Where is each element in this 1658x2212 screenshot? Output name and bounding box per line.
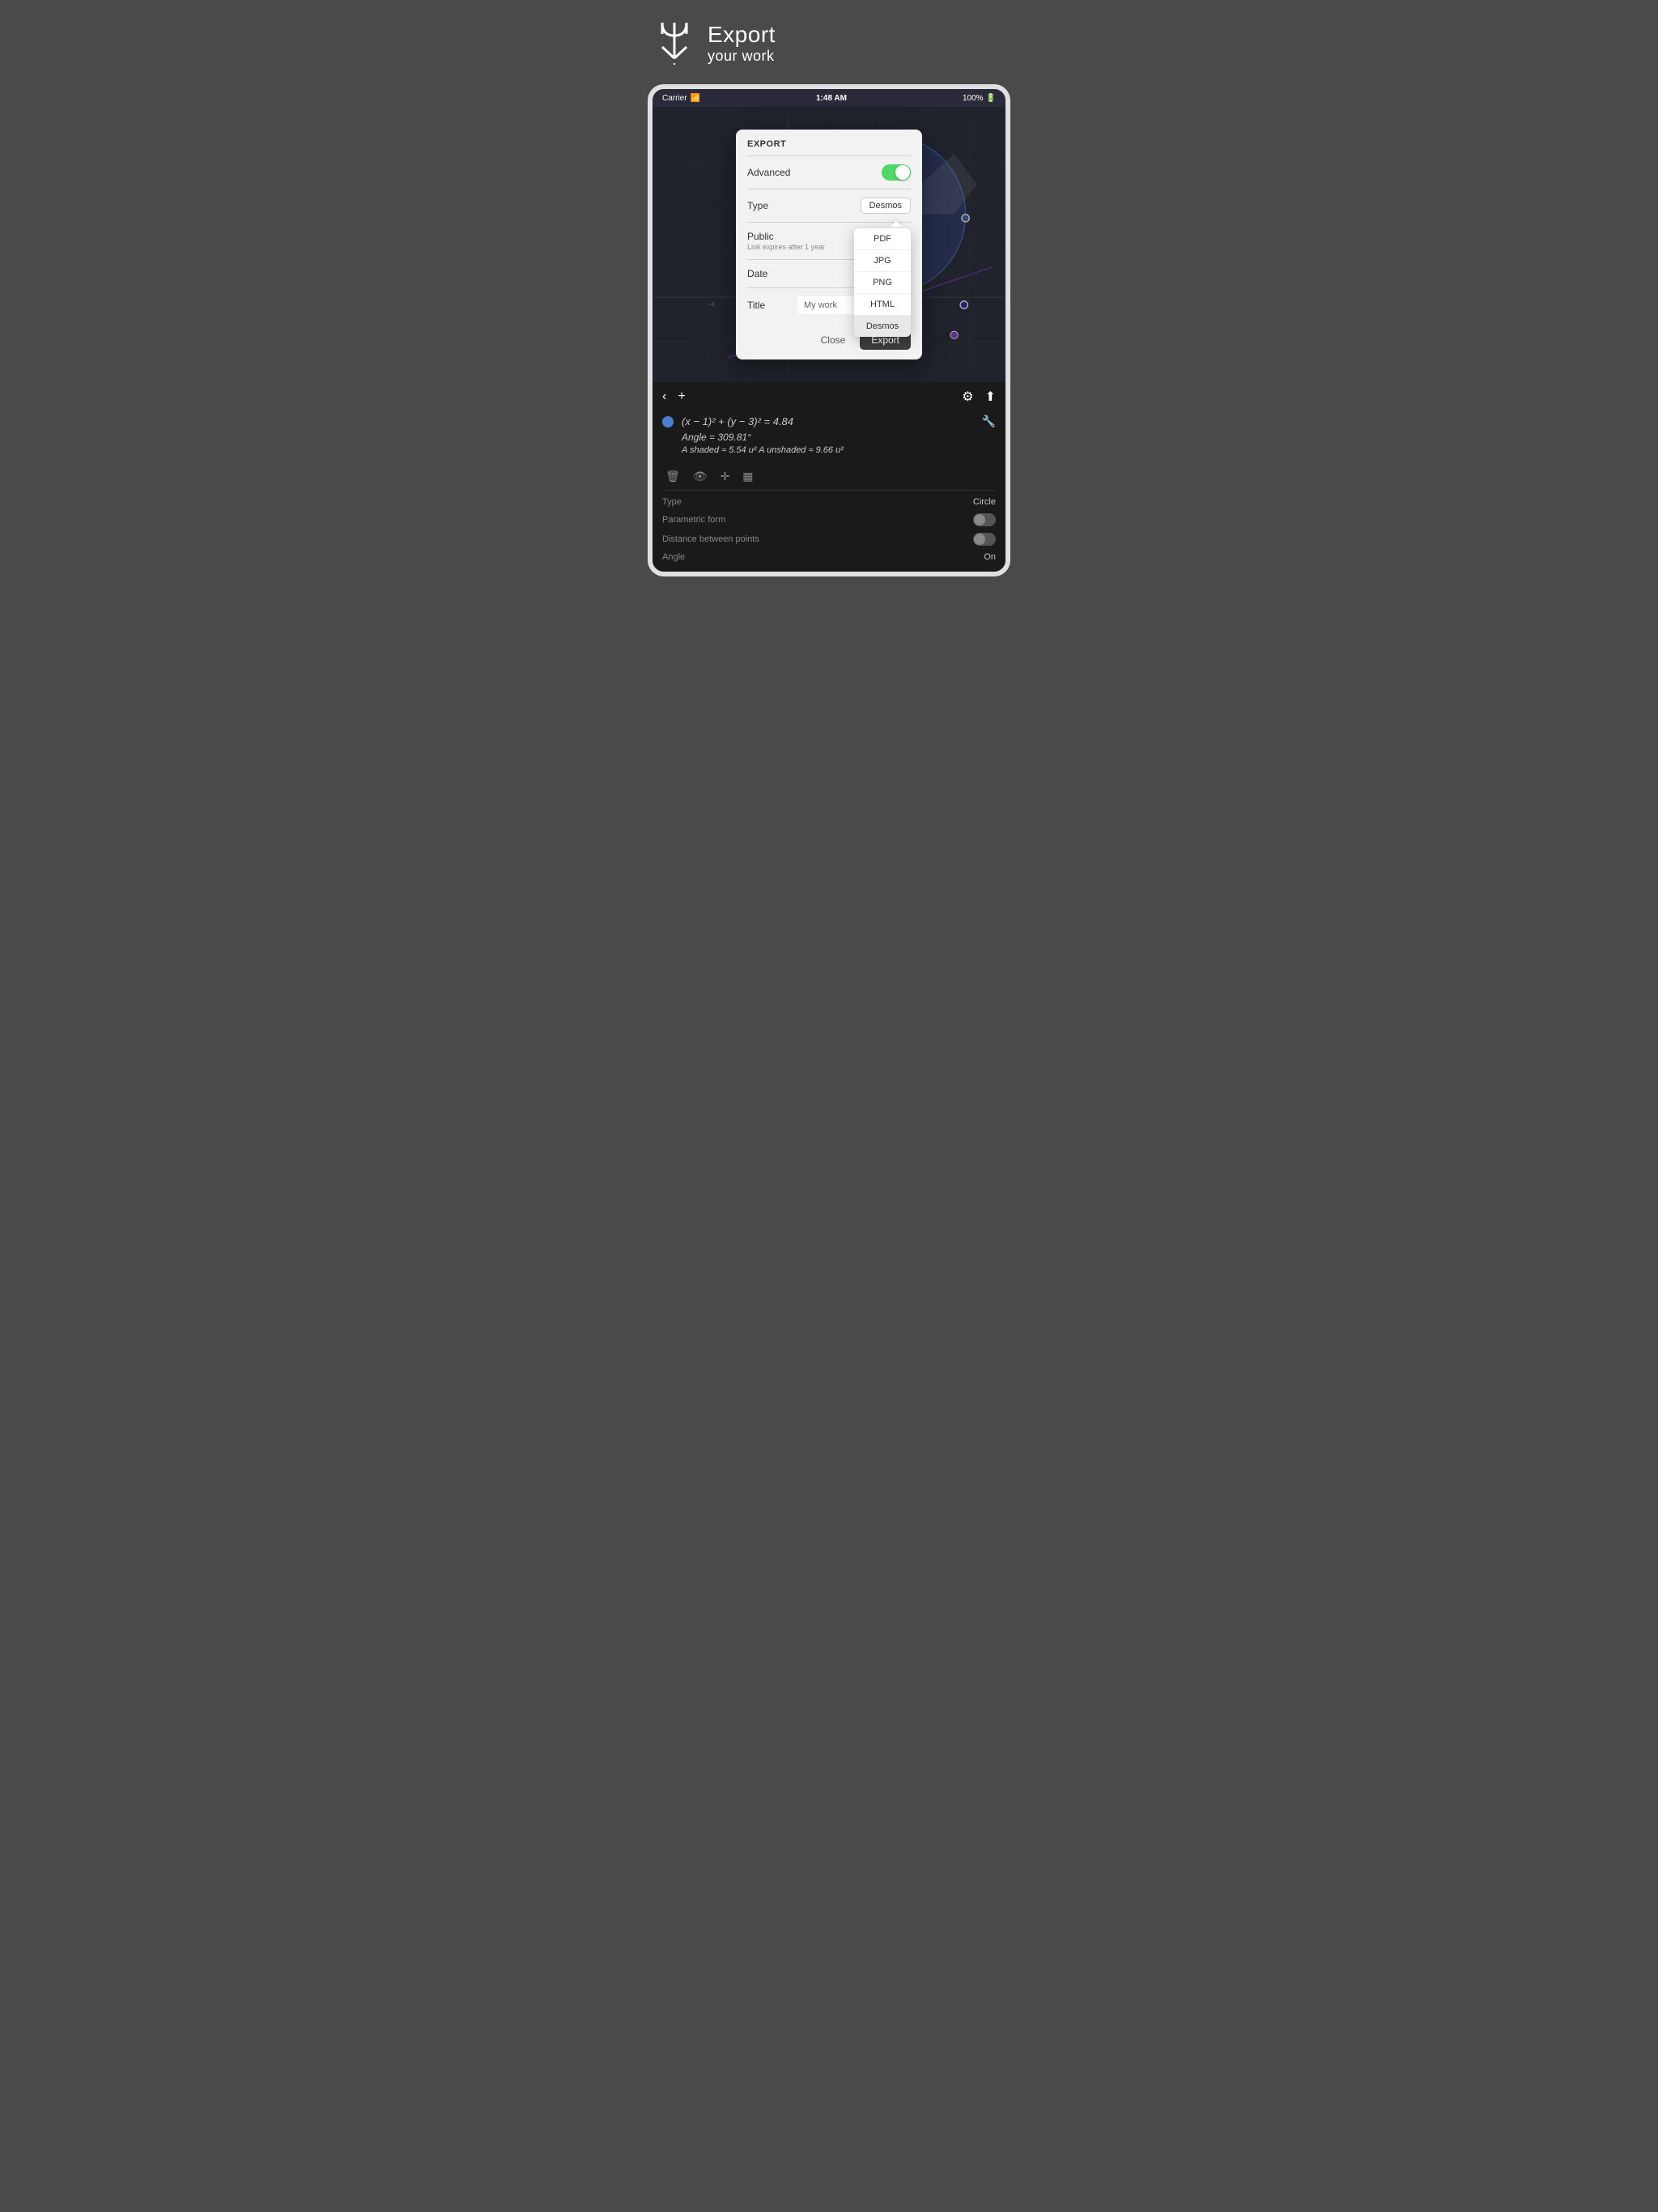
distance-toggle[interactable]: [973, 533, 996, 546]
trash-icon[interactable]: 🗑: [665, 470, 680, 483]
toolbar-right: ⚙ ⬆: [962, 389, 996, 405]
advanced-label: Advanced: [747, 167, 790, 178]
battery-icon: 🔋: [986, 94, 996, 103]
status-battery: 100% 🔋: [963, 94, 996, 103]
angle-property-row: Angle On: [662, 549, 996, 565]
app-title-block: Export your work: [708, 22, 776, 65]
dropdown-item-desmos[interactable]: Desmos: [854, 316, 911, 337]
title-label: Title: [747, 300, 765, 311]
toolbar-row: ‹ + ⚙ ⬆: [662, 389, 996, 405]
equation-block: (x − 1)² + (y − 3)² = 4.84 🔧 Angle = 309…: [662, 411, 996, 465]
app-header: Export your work: [648, 16, 1010, 70]
advanced-row: Advanced: [736, 156, 922, 189]
toolbar-left: ‹ +: [662, 389, 686, 404]
distance-property-row: Distance between points: [662, 530, 996, 549]
icon-row: 🗑 👁 ✛ ▦: [662, 470, 996, 483]
public-label-block: Public Link expires after 1 year: [747, 231, 825, 251]
carrier-label: Carrier 📶: [662, 94, 700, 103]
angle-prop-label: Angle: [662, 552, 685, 562]
equation-text: (x − 1)² + (y − 3)² = 4.84: [682, 415, 793, 428]
blue-dot: [662, 416, 674, 428]
area-row: A shaded ≈ 5.54 u² A unshaded ≈ 9.66 u²: [662, 445, 996, 455]
settings-button[interactable]: ⚙: [962, 389, 973, 405]
modal-overlay: EXPORT Advanced Type Desmos: [653, 107, 1005, 382]
grid-icon[interactable]: ▦: [742, 470, 753, 483]
advanced-toggle[interactable]: [882, 164, 911, 181]
public-label: Public: [747, 231, 825, 242]
app-title-yourwork: your work: [708, 48, 776, 65]
graph-area: 5 4 -4 -3 2 3: [653, 107, 1005, 382]
wifi-icon: 📶: [691, 94, 700, 103]
status-time: 1:48 AM: [816, 94, 847, 103]
angle-row: Angle = 309.81°: [662, 432, 996, 443]
modal-title: EXPORT: [736, 130, 922, 155]
equation-row: (x − 1)² + (y − 3)² = 4.84 🔧: [662, 415, 996, 428]
ipad-frame: Carrier 📶 1:48 AM 100% 🔋: [648, 84, 1010, 576]
type-button[interactable]: Desmos: [861, 198, 911, 214]
dropdown-item-png[interactable]: PNG: [854, 272, 911, 294]
dropdown-item-html[interactable]: HTML: [854, 294, 911, 316]
move-icon[interactable]: ✛: [721, 470, 730, 483]
back-button[interactable]: ‹: [662, 389, 666, 404]
app-title-export: Export: [708, 22, 776, 48]
add-button[interactable]: +: [678, 389, 685, 404]
public-sublabel: Link expires after 1 year: [747, 243, 825, 251]
parametric-property-row: Parametric form: [662, 510, 996, 530]
type-dropdown[interactable]: PDF JPG PNG HTML Desmos: [854, 228, 911, 337]
export-modal: EXPORT Advanced Type Desmos: [736, 130, 922, 359]
parametric-prop-label: Parametric form: [662, 515, 725, 525]
dropdown-item-jpg[interactable]: JPG: [854, 250, 911, 272]
parametric-toggle[interactable]: [973, 513, 996, 526]
eye-icon[interactable]: 👁: [693, 470, 708, 483]
type-row: Type Desmos PDF JPG PNG HTML Desmos: [736, 189, 922, 222]
share-button[interactable]: ⬆: [985, 389, 996, 405]
type-label: Type: [747, 200, 768, 211]
divider-1: [662, 490, 996, 491]
bottom-panel: ‹ + ⚙ ⬆ (x − 1)² + (y − 3)² = 4.84 🔧 Ang…: [653, 382, 1005, 572]
close-button[interactable]: Close: [813, 330, 854, 350]
status-bar: Carrier 📶 1:48 AM 100% 🔋: [653, 89, 1005, 107]
wrench-icon[interactable]: 🔧: [982, 415, 996, 428]
angle-prop-value: On: [984, 552, 996, 562]
type-property-row: Type Circle: [662, 494, 996, 510]
dropdown-arrow: [891, 220, 902, 227]
date-label: Date: [747, 268, 767, 279]
distance-prop-label: Distance between points: [662, 534, 759, 544]
toggle-knob: [895, 165, 910, 180]
app-logo-icon: [653, 16, 696, 70]
type-prop-value: Circle: [973, 497, 996, 507]
type-prop-label: Type: [662, 497, 682, 507]
dropdown-item-pdf[interactable]: PDF: [854, 228, 911, 250]
